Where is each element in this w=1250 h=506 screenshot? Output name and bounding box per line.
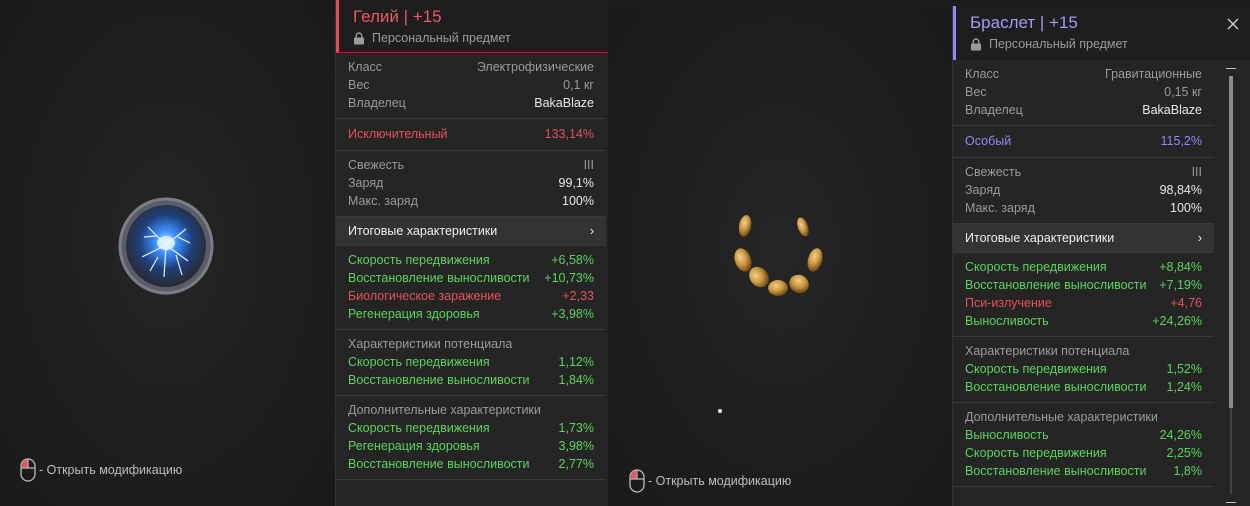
- lock-icon: [971, 37, 981, 50]
- scrollbar-bottom-cap: [1226, 502, 1236, 503]
- info-row-weight: Вес 0,1 кг: [348, 78, 594, 92]
- stat-row: Восстановление выносливости 1,8%: [965, 464, 1202, 478]
- condition-row-freshness: Свежесть III: [965, 165, 1202, 179]
- stat-row: Восстановление выносливости +7,19%: [965, 278, 1202, 292]
- chevron-right-icon: ›: [1197, 231, 1202, 245]
- stat-row: Выносливость 24,26%: [965, 428, 1202, 442]
- potential-section: Характеристики потенциала Скорость перед…: [953, 337, 1214, 403]
- item-header: Браслет | +15 Персональный предмет: [953, 6, 1250, 60]
- final-stats-label: Итоговые характеристики: [348, 224, 498, 238]
- stat-row: Восстановление выносливости 2,77%: [348, 457, 594, 471]
- item-title: Браслет | +15: [970, 13, 1078, 32]
- stat-row: Восстановление выносливости 1,84%: [348, 373, 594, 387]
- open-modification-label: - Открыть модификацию: [648, 474, 792, 488]
- condition-row-freshness: Свежесть III: [348, 158, 594, 172]
- scrollbar-thumb[interactable]: [1229, 76, 1233, 408]
- stat-row: Пси-излучение +4,76: [965, 296, 1202, 310]
- bracelet-artifact-image: [734, 215, 823, 296]
- stat-row: Регенерация здоровья +3,98%: [348, 307, 594, 321]
- stat-row: Регенерация здоровья 3,98%: [348, 439, 594, 453]
- condition-row-charge: Заряд 99,1%: [348, 176, 594, 190]
- stat-row: Скорость передвижения 1,73%: [348, 421, 594, 435]
- artifact-preview[interactable]: - Открыть модификацию: [0, 0, 335, 506]
- stat-row: Скорость передвижения +8,84%: [965, 260, 1202, 274]
- personal-item-text: Персональный предмет: [989, 37, 1128, 51]
- condition-row-max-charge: Макс. заряд 100%: [348, 194, 594, 208]
- personal-item-text: Персональный предмет: [372, 31, 511, 45]
- stat-row: Восстановление выносливости +10,73%: [348, 271, 594, 285]
- info-row-class: Класс Гравитационные: [965, 67, 1202, 81]
- info-section: Класс Электрофизические Вес 0,1 кг Владеле…: [336, 53, 606, 119]
- personal-item-label: Персональный предмет: [970, 37, 1238, 51]
- stat-row: Восстановление выносливости 1,24%: [965, 380, 1202, 394]
- mouse-icon: [20, 458, 36, 482]
- additional-section: Дополнительные характеристики Скорость п…: [336, 396, 606, 480]
- scrollbar-top-cap: [1226, 68, 1236, 69]
- additional-title: Дополнительные характеристики: [965, 410, 1158, 424]
- condition-row-max-charge: Макс. заряд 100%: [965, 201, 1202, 215]
- stat-row: Скорость передвижения 1,12%: [348, 355, 594, 369]
- potential-title: Характеристики потенциала: [965, 344, 1130, 358]
- additional-section: Дополнительные характеристики Выносливос…: [953, 403, 1214, 487]
- rarity-section: Исключительный 133,14%: [336, 119, 606, 151]
- stats-scrollbar[interactable]: [1224, 68, 1238, 504]
- additional-title: Дополнительные характеристики: [348, 403, 541, 417]
- rarity-row: Исключительный 133,14%: [348, 127, 594, 141]
- stat-row: Биологическое заражение +2,33: [348, 289, 594, 303]
- close-icon[interactable]: [1226, 17, 1240, 31]
- condition-section: Свежесть III Заряд 99,1% Макс. заряд 100%: [336, 151, 606, 217]
- helium-artifact-image: [118, 197, 214, 295]
- potential-section: Характеристики потенциала Скорость перед…: [336, 330, 606, 396]
- item-tooltip: Браслет | +15 Персональный предмет Класс…: [952, 6, 1250, 506]
- mouse-icon: [629, 469, 645, 493]
- open-modification-label: - Открыть модификацию: [39, 463, 183, 477]
- final-stats-label: Итоговые характеристики: [965, 231, 1115, 245]
- rarity-section: Особый 115,2%: [953, 126, 1214, 158]
- potential-title: Характеристики потенциала: [348, 337, 513, 351]
- artifact-preview[interactable]: - Открыть модификацию: [609, 6, 952, 506]
- item-tooltip: Гелий | +15 Персональный предмет Класс Эл…: [335, 0, 608, 506]
- personal-item-label: Персональный предмет: [353, 31, 596, 45]
- info-row-class: Класс Электрофизические: [348, 60, 594, 74]
- item-stats-list[interactable]: Класс Гравитационные Вес 0,15 кг Владелец B…: [953, 60, 1214, 487]
- info-row-owner: Владелец BakaBlaze: [965, 103, 1202, 117]
- stat-row: Скорость передвижения +6,58%: [348, 253, 594, 267]
- info-row-weight: Вес 0,15 кг: [965, 85, 1202, 99]
- center-dot: [718, 409, 722, 413]
- item-title: Гелий | +15: [353, 7, 442, 26]
- lock-icon: [354, 31, 364, 44]
- artifact-window-bracelet: - Открыть модификацию Браслет | +15 Перс…: [609, 0, 1250, 506]
- item-stats-list[interactable]: Класс Электрофизические Вес 0,1 кг Владеле…: [336, 53, 606, 480]
- condition-section: Свежесть III Заряд 98,84% Макс. заряд 100%: [953, 158, 1214, 224]
- artifact-window-helium: - Открыть модификацию Гелий | +15 Персон…: [0, 0, 610, 506]
- final-stats-section: Скорость передвижения +6,58% Восстановлен…: [336, 246, 606, 330]
- chevron-right-icon: ›: [589, 224, 594, 238]
- stat-row: Скорость передвижения 2,25%: [965, 446, 1202, 460]
- info-row-owner: Владелец BakaBlaze: [348, 96, 594, 110]
- open-modification-hint: - Открыть модификацию: [20, 458, 182, 482]
- final-stats-toggle[interactable]: Итоговые характеристики ›: [336, 217, 606, 246]
- open-modification-hint: - Открыть модификацию: [629, 469, 791, 493]
- condition-row-charge: Заряд 98,84%: [965, 183, 1202, 197]
- info-section: Класс Гравитационные Вес 0,15 кг Владелец B…: [953, 60, 1214, 126]
- rarity-row: Особый 115,2%: [965, 134, 1202, 148]
- item-header: Гелий | +15 Персональный предмет: [336, 0, 608, 53]
- stat-row: Скорость передвижения 1,52%: [965, 362, 1202, 376]
- final-stats-section: Скорость передвижения +8,84% Восстановлен…: [953, 253, 1214, 337]
- final-stats-toggle[interactable]: Итоговые характеристики ›: [953, 224, 1214, 253]
- stat-row: Выносливость +24,26%: [965, 314, 1202, 328]
